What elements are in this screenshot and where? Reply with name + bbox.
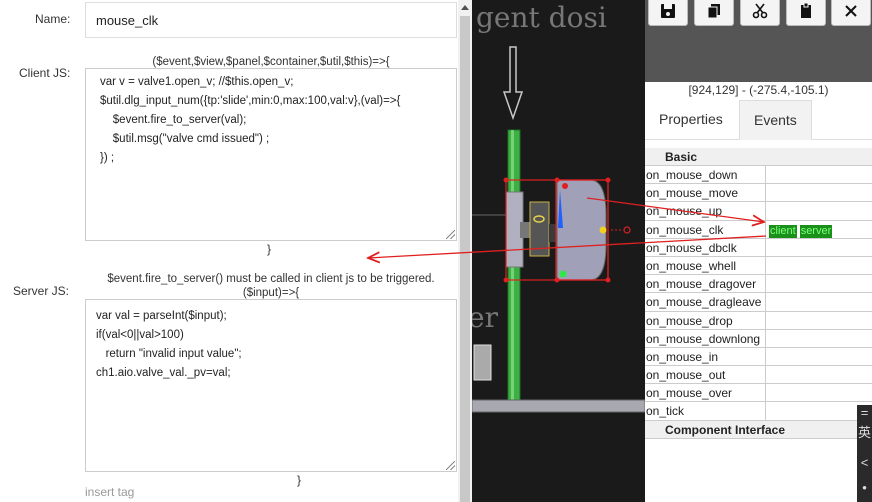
client-signature: ($event,$view,$panel,$container,$util,$t… xyxy=(152,56,390,68)
valve-body xyxy=(556,179,607,281)
ime-glyph: = xyxy=(860,405,869,420)
server-code-editor[interactable]: var val = parseInt($input); if(val<0||val… xyxy=(85,299,457,472)
event-name: on_mouse_over xyxy=(645,384,766,403)
code-line: var val = parseInt($input); xyxy=(96,310,227,322)
event-row[interactable]: on_mouse_up xyxy=(645,202,872,221)
server-close-brace: } xyxy=(297,473,302,487)
code-line: return "invalid input value"; xyxy=(96,348,242,360)
copy-icon xyxy=(707,4,720,19)
server-signature: ($input)=>{ xyxy=(242,287,300,299)
insert-tag-link[interactable]: insert tag xyxy=(85,485,134,499)
event-row[interactable]: on_mouse_down xyxy=(645,166,872,185)
grey-pipe xyxy=(472,399,645,413)
ime-glyph: < xyxy=(860,455,869,470)
editor-scrollbar[interactable] xyxy=(458,0,472,502)
event-row[interactable]: on_mouse_move xyxy=(645,184,872,203)
event-name: on_mouse_up xyxy=(645,202,766,221)
server-js-label: Server JS: xyxy=(13,284,70,298)
cut-button[interactable] xyxy=(740,0,780,26)
client-js-label: Client JS: xyxy=(19,66,71,80)
panel-tabs: Properties Events xyxy=(645,100,872,140)
client-code-editor[interactable]: var v = valve1.open_v; //$this.open_v; $u… xyxy=(85,68,457,241)
coordinates-readout: [924,129] - (-275.4,-105.1) xyxy=(688,83,829,97)
tab-events[interactable]: Events xyxy=(739,100,812,140)
event-row[interactable]: on_mouse_dragover xyxy=(645,275,872,294)
flow-arrow-icon xyxy=(502,46,524,121)
canvas-bg-text-mid: er xyxy=(472,301,499,334)
event-name: on_mouse_whell xyxy=(645,256,766,275)
code-line: var v = valve1.open_v; //$this.open_v; xyxy=(100,76,294,88)
event-name: on_mouse_in xyxy=(645,347,766,366)
drawing-canvas[interactable]: gent dosi er xyxy=(472,0,645,502)
code-line: $util.msg("valve cmd issued") ; xyxy=(100,133,270,145)
event-name: on_mouse_dragover xyxy=(645,275,766,294)
event-name: on_mouse_dbclk xyxy=(645,238,766,257)
handle-red-dot[interactable] xyxy=(562,183,568,189)
events-table: Basic on_mouse_down on_mouse_move on_mouse… xyxy=(645,148,872,439)
section-component-interface-header[interactable]: Component Interface xyxy=(645,420,872,439)
valve-stem xyxy=(529,201,550,257)
paste-icon xyxy=(801,2,811,18)
event-name: on_mouse_dragleave xyxy=(645,293,766,312)
resize-grip-icon[interactable] xyxy=(446,230,455,239)
code-line: ch1.aio.valve_val._pv=val; xyxy=(96,367,231,379)
event-row[interactable]: on_mouse_drop xyxy=(645,311,872,330)
code-line: $util.dlg_input_num({tp:'slide',min:0,ma… xyxy=(100,95,401,107)
event-editor-panel: Name: Client JS: ($event,$view,$panel,$c… xyxy=(0,0,458,502)
handle-yellow-dot[interactable] xyxy=(599,226,607,234)
event-name: on_tick xyxy=(645,402,766,421)
ime-glyph: 英 xyxy=(857,425,871,440)
grey-block xyxy=(473,344,492,381)
event-row[interactable]: on_mouse_in xyxy=(645,347,872,367)
event-handler-tag[interactable]: client xyxy=(769,224,797,238)
canvas-bg-text-top: gent dosi xyxy=(476,1,607,34)
event-value[interactable]: client server xyxy=(769,221,835,239)
close-button[interactable] xyxy=(831,0,871,26)
code-line: $event.fire_to_server(val); xyxy=(100,114,247,126)
event-row[interactable]: on_mouse_whell xyxy=(645,256,872,276)
event-row[interactable]: on_mouse_dbclk xyxy=(645,238,872,257)
event-row[interactable]: on_mouse_downlong xyxy=(645,329,872,348)
event-row[interactable]: on_mouse_out xyxy=(645,366,872,385)
canvas-drawing: gent dosi er xyxy=(472,1,645,413)
event-row[interactable]: on_mouse_dragleave xyxy=(645,293,872,312)
server-note: $event.fire_to_server() must be called i… xyxy=(107,273,435,285)
paste-button[interactable] xyxy=(786,0,826,26)
close-icon xyxy=(845,5,857,17)
scroll-up-arrow-icon[interactable] xyxy=(461,5,469,10)
ime-glyph: • xyxy=(862,480,867,495)
resize-grip-icon[interactable] xyxy=(446,461,455,470)
event-row[interactable]: on_mouse_clk client server xyxy=(645,220,872,239)
event-name: on_mouse_down xyxy=(645,166,766,184)
event-row[interactable]: on_tick xyxy=(645,402,872,421)
event-name: on_mouse_downlong xyxy=(645,329,766,348)
code-line: }) ; xyxy=(100,152,115,164)
event-name: on_mouse_drop xyxy=(645,311,766,330)
handle-green-dot[interactable] xyxy=(559,270,567,278)
cut-icon xyxy=(752,3,768,19)
scrollbar-thumb[interactable] xyxy=(460,16,470,502)
ime-indicator[interactable]: = 英 < • xyxy=(857,405,872,502)
event-name: on_mouse_move xyxy=(645,184,766,203)
name-label: Name: xyxy=(35,12,71,26)
save-icon xyxy=(661,4,675,18)
section-basic-header[interactable]: Basic xyxy=(645,148,872,166)
code-line: if(val<0||val>100) xyxy=(96,329,184,341)
save-button[interactable] xyxy=(648,0,688,26)
name-input[interactable] xyxy=(85,2,457,38)
toolbar xyxy=(645,0,872,82)
event-row[interactable]: on_mouse_over xyxy=(645,384,872,403)
tab-properties[interactable]: Properties xyxy=(645,100,737,140)
event-name: on_mouse_out xyxy=(645,366,766,385)
property-panel: [924,129] - (-275.4,-105.1) Properties E… xyxy=(645,0,872,502)
event-name: on_mouse_clk xyxy=(645,220,766,239)
event-handler-tag[interactable]: server xyxy=(799,224,833,238)
client-close-brace: } xyxy=(267,242,272,256)
copy-button[interactable] xyxy=(694,0,734,26)
